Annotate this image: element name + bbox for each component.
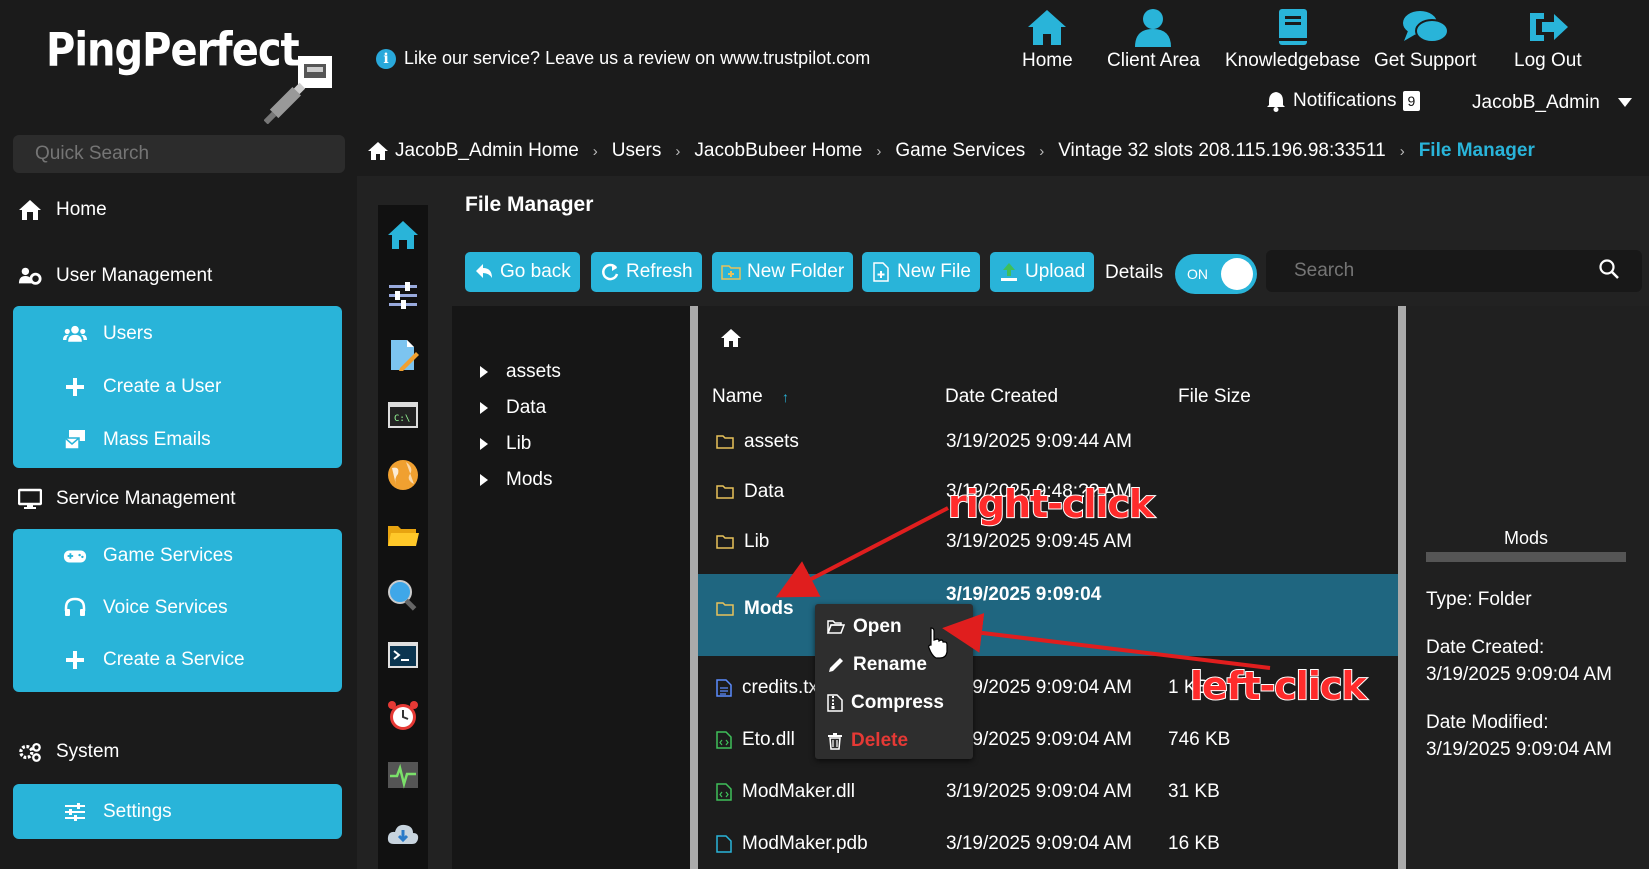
- annotation-arrows: [775, 506, 1271, 670]
- annotation-left-click: left-click: [1189, 663, 1368, 709]
- annotation-right-click: right-click: [947, 481, 1155, 527]
- hand-cursor-icon: [928, 627, 948, 659]
- left-click-arrow: [942, 613, 1271, 670]
- right-click-arrow: [775, 506, 949, 598]
